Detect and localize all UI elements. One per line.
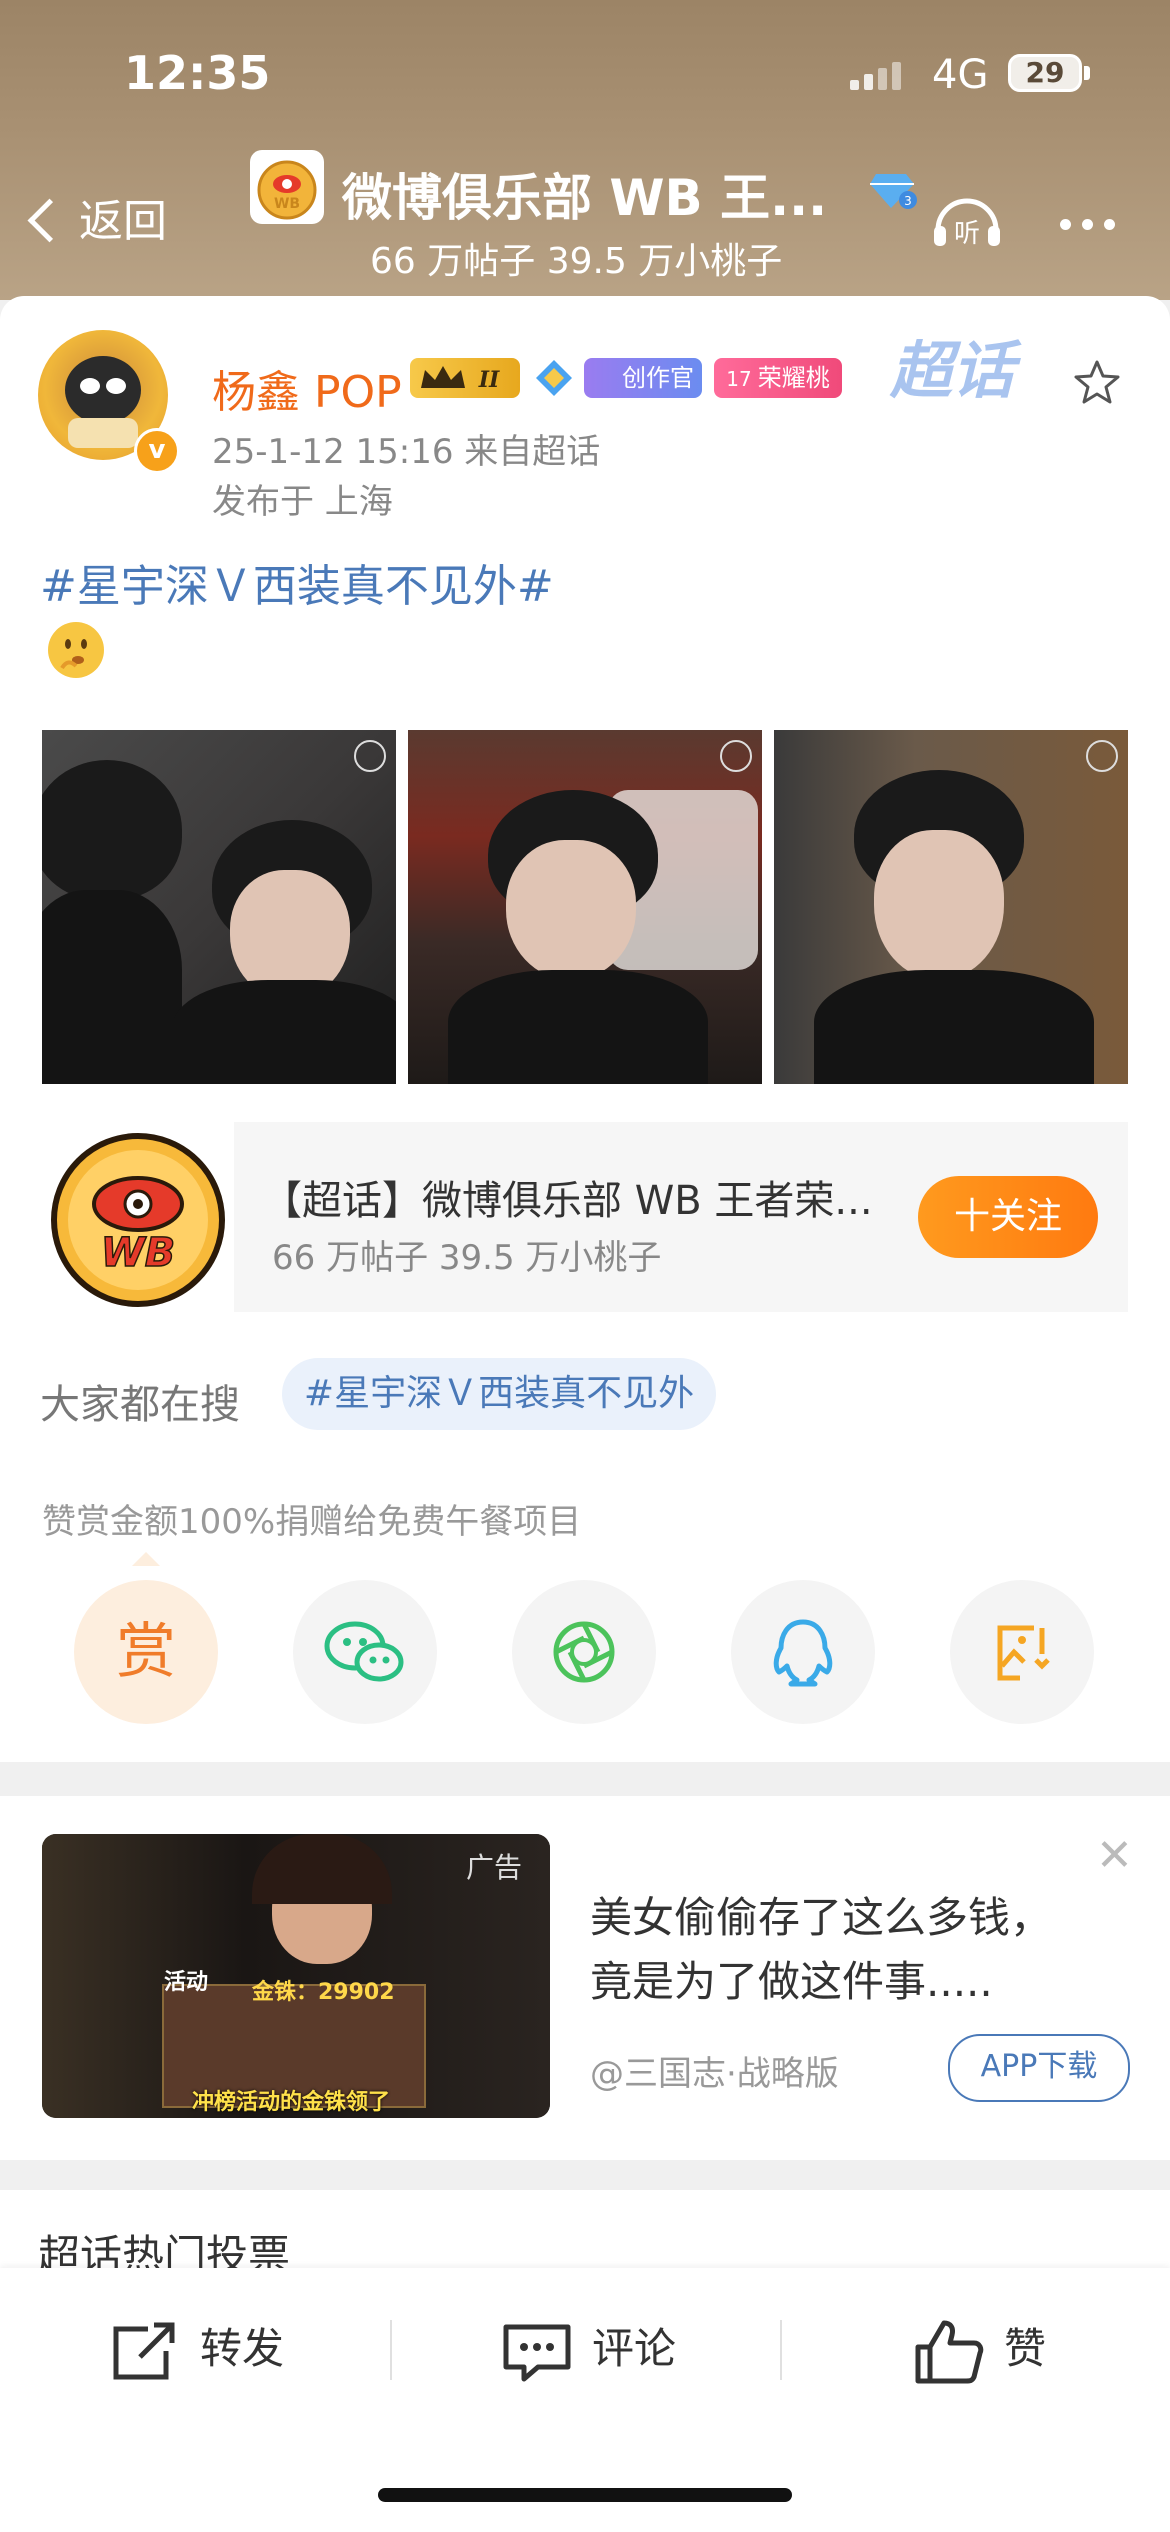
svg-text:WB: WB <box>101 1230 176 1276</box>
header-title[interactable]: 微博俱乐部 WB 王... <box>342 158 827 230</box>
battery-icon: 29 <box>1008 54 1082 92</box>
trending-search-label: 大家都在搜 <box>40 1382 240 1428</box>
tip-pointer <box>132 1552 160 1566</box>
divider <box>780 2320 782 2380</box>
reward-button[interactable]: 赏 <box>74 1580 218 1724</box>
peach-level-badge[interactable]: 17 荣耀桃 <box>714 358 842 398</box>
vip-diamond-icon[interactable] <box>534 358 574 398</box>
post-photo-2[interactable] <box>408 730 762 1084</box>
app-download-button[interactable]: APP下载 <box>948 2034 1130 2102</box>
save-image-button[interactable] <box>950 1580 1094 1724</box>
creator-badge-label: 创作官 <box>622 364 694 392</box>
svg-text:3: 3 <box>904 194 912 208</box>
trending-search-chip[interactable]: #星宇深Ｖ西装真不见外 <box>282 1358 716 1430</box>
more-icon[interactable] <box>1060 215 1126 234</box>
moments-icon <box>553 1621 615 1683</box>
signal-icon <box>850 62 906 94</box>
ad-image-coins: 金铢：29902 <box>252 1980 395 2005</box>
battery-tip <box>1084 66 1090 80</box>
header-subtitle: 66 万帖子 39.5 万小桃子 <box>370 241 783 282</box>
creator-badge[interactable]: 创作官 <box>584 358 702 398</box>
comment-icon <box>503 2324 571 2381</box>
svg-text:听: 听 <box>954 219 980 249</box>
repost-label: 转发 <box>200 2324 285 2373</box>
status-time: 12:35 <box>124 46 271 100</box>
comment-button[interactable]: 评论 <box>502 2314 676 2384</box>
home-indicator[interactable] <box>378 2488 792 2502</box>
ad-image-caption: 冲榜活动的金铢领了 <box>192 2090 391 2115</box>
save-image-icon <box>997 1625 1050 1681</box>
post-time-source: 25-1-12 15:16 来自超话 <box>212 432 601 472</box>
diamond-icon[interactable]: 3 <box>868 168 918 216</box>
donate-info: 赞赏金额100%捐赠给免费午餐项目 <box>42 1502 582 1542</box>
supertopic-card-title[interactable]: 【超话】微博俱乐部 WB 王者荣... <box>262 1168 873 1226</box>
post-location: 发布于 上海 <box>212 482 393 522</box>
comment-label: 评论 <box>592 2324 677 2373</box>
listen-icon[interactable]: 听 <box>930 190 1004 254</box>
wechat-icon <box>324 1621 404 1682</box>
verified-icon: v <box>134 428 180 474</box>
wechat-share-button[interactable] <box>293 1580 437 1724</box>
ad-tag: 广告 <box>466 1851 523 1884</box>
supertopic-card-stats: 66 万帖子 39.5 万小桃子 <box>272 1238 662 1278</box>
topic-link[interactable]: #星宇深Ｖ西装真不见外# <box>40 550 554 614</box>
thumbs-up-icon <box>915 2320 984 2383</box>
close-icon[interactable]: ✕ <box>1096 1830 1133 1881</box>
like-label: 赞 <box>1004 2324 1047 2373</box>
crown-level-badge[interactable]: II <box>410 358 520 398</box>
svg-text:WB: WB <box>274 196 300 212</box>
repost-button[interactable]: 转发 <box>110 2314 284 2384</box>
peach-level-number: 17 <box>726 367 752 391</box>
back-label: 返回 <box>79 196 167 247</box>
supertopic-logo[interactable]: WB <box>250 150 324 224</box>
qq-icon <box>773 1619 833 1687</box>
chaohua-watermark: 超话 <box>890 334 1015 407</box>
chevron-left-icon <box>27 198 72 242</box>
star-icon[interactable] <box>1072 358 1122 412</box>
supertopic-card-logo[interactable]: WB <box>42 1122 234 1312</box>
thinking-emoji-icon <box>48 622 104 678</box>
like-button[interactable]: 赞 <box>914 2314 1046 2384</box>
repost-icon <box>113 2322 175 2379</box>
ad-image-corner: 活动 <box>164 1970 209 1995</box>
network-type: 4G <box>932 52 989 98</box>
svg-text:II: II <box>478 367 500 393</box>
ad-source[interactable]: @三国志·战略版 <box>590 2046 839 2095</box>
username[interactable]: 杨鑫 POP <box>212 356 402 420</box>
post-photo-1[interactable] <box>42 730 396 1084</box>
peach-level-label: 荣耀桃 <box>757 364 830 392</box>
moments-share-button[interactable] <box>512 1580 656 1724</box>
follow-button[interactable]: 十关注 <box>918 1176 1098 1258</box>
ad-title[interactable]: 美女偷偷存了这么多钱，竟是为了做这件事..... <box>590 1886 1090 2014</box>
divider <box>390 2320 392 2380</box>
qq-share-button[interactable] <box>731 1580 875 1724</box>
back-button[interactable]: 返回 <box>27 185 167 249</box>
post-photo-3[interactable] <box>774 730 1128 1084</box>
